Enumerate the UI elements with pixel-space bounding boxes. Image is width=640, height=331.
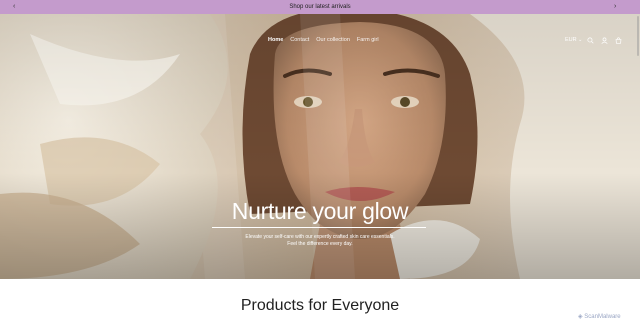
nav-farm-girl[interactable]: Farm girl — [357, 37, 379, 43]
hero-divider — [212, 227, 426, 228]
account-icon[interactable] — [601, 37, 608, 44]
hero-headline: Nurture your glow — [231, 198, 409, 224]
scrollbar[interactable] — [637, 16, 639, 56]
chevron-right-icon[interactable]: › — [614, 1, 616, 13]
currency-selector[interactable]: EUR ⌄ — [565, 36, 582, 44]
nav-contact[interactable]: Contact — [290, 37, 309, 43]
main-nav: Home Contact Our collection Farm girl — [268, 36, 386, 44]
hero-subtext-line2: Feel the difference every day. — [287, 241, 353, 247]
search-icon[interactable] — [587, 37, 594, 44]
watermark-text: ScanMalware — [584, 314, 621, 320]
chevron-down-icon: ⌄ — [578, 37, 583, 43]
announcement-text[interactable]: Shop our latest arrivals — [0, 2, 640, 12]
section-title: Products for Everyone — [240, 297, 400, 314]
nav-our-collection[interactable]: Our collection — [316, 37, 350, 43]
currency-label: EUR — [565, 37, 577, 43]
watermark: ◈ ScanMalware — [578, 313, 621, 321]
shield-icon: ◈ — [578, 314, 583, 320]
cart-icon[interactable] — [615, 37, 622, 44]
hero-subtext-line1: Elevate your self-care with our expertly… — [245, 234, 395, 240]
announcement-bar: ‹ Shop our latest arrivals › — [0, 0, 640, 14]
nav-home[interactable]: Home — [268, 37, 283, 43]
